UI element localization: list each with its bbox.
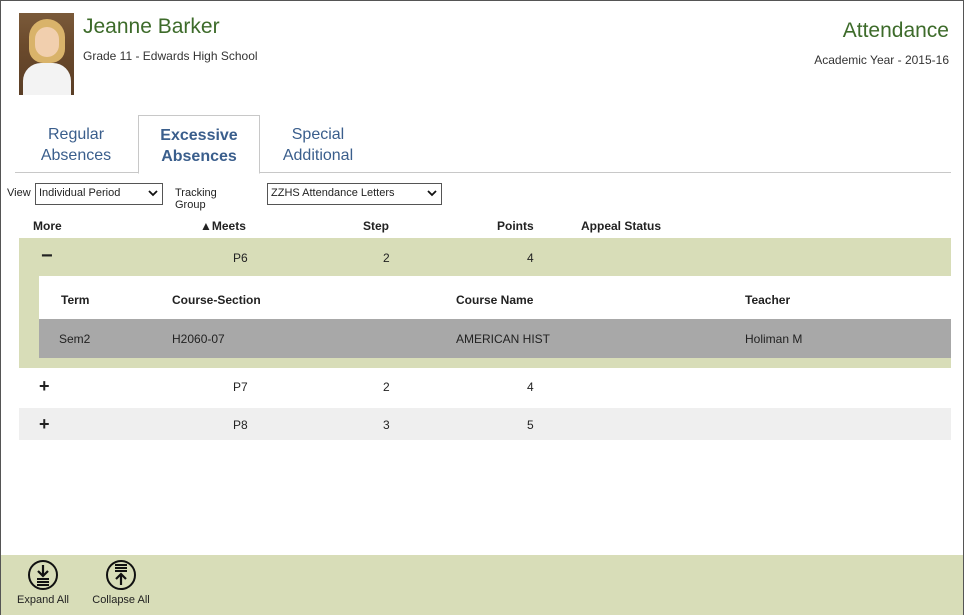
page-title: Attendance <box>842 19 949 42</box>
tab-excessive-absences[interactable]: Excessive Absences <box>138 115 260 174</box>
expand-all-label: Expand All <box>17 594 69 606</box>
cell-points: 5 <box>527 418 534 432</box>
tab-label-line2: Additional <box>282 147 354 164</box>
cell-meets: P8 <box>233 418 248 432</box>
cell-step: 2 <box>383 251 390 265</box>
expand-row-toggle[interactable]: + <box>39 415 50 433</box>
student-photo <box>19 13 74 95</box>
col-meets[interactable]: ▲Meets <box>200 219 246 233</box>
cell-points: 4 <box>527 380 534 394</box>
detail-row[interactable]: Sem2 H2060-07 AMERICAN HIST Holiman M <box>39 319 951 358</box>
detail-cell-course-name: AMERICAN HIST <box>456 332 551 346</box>
tab-label-line1: Excessive <box>160 127 238 144</box>
detail-cell-term: Sem2 <box>59 332 91 346</box>
view-label: View <box>7 187 31 199</box>
tab-label-line2: Absences <box>161 148 237 165</box>
cell-step: 3 <box>383 418 390 432</box>
detail-panel: Term Course-Section Course Name Teacher … <box>39 276 951 358</box>
col-points[interactable]: Points <box>497 219 534 233</box>
attendance-group-row: + P8 3 5 <box>19 408 951 440</box>
collapse-row-toggle[interactable]: − <box>41 246 53 266</box>
expand-all-button[interactable]: Expand All <box>5 559 81 606</box>
chevron-down-icon <box>148 190 158 197</box>
detail-cell-course-section: H2060-07 <box>172 332 225 346</box>
academic-year: Academic Year - 2015-16 <box>814 53 949 67</box>
detail-col-teacher: Teacher <box>745 293 791 307</box>
header: Jeanne Barker Grade 11 - Edwards High Sc… <box>1 1 963 111</box>
app-bar: Expand All Collapse All <box>1 555 963 615</box>
expand-row-toggle[interactable]: + <box>39 377 50 395</box>
collapse-all-label: Collapse All <box>92 594 150 606</box>
cell-step: 2 <box>383 380 390 394</box>
view-select-value: Individual Period <box>39 187 121 199</box>
attendance-window: Jeanne Barker Grade 11 - Edwards High Sc… <box>0 0 964 615</box>
detail-header: Term Course-Section Course Name Teacher <box>39 276 951 319</box>
table-row: + P8 3 5 <box>19 408 951 440</box>
detail-cell-teacher: Holiman M <box>745 332 803 346</box>
cell-meets: P6 <box>233 251 248 265</box>
tab-regular-absences[interactable]: Regular Absences <box>15 115 137 173</box>
grid-header: More ▲Meets Step Points Appeal Status <box>19 217 951 237</box>
chevron-down-icon <box>427 190 437 197</box>
tab-special-additional[interactable]: Special Additional <box>261 115 375 173</box>
tab-label-line2: Absences <box>40 147 112 164</box>
tracking-group-value: ZZHS Attendance Letters <box>271 187 395 199</box>
table-row: + P7 2 4 <box>19 370 951 402</box>
detail-col-course-name: Course Name <box>456 293 534 307</box>
col-appeal-status[interactable]: Appeal Status <box>581 219 661 233</box>
collapse-all-button[interactable]: Collapse All <box>83 559 159 606</box>
cell-points: 4 <box>527 251 534 265</box>
attendance-group-row: − P6 2 4 Term Course-Section Course Name… <box>19 238 951 368</box>
col-more[interactable]: More <box>33 219 62 233</box>
view-select[interactable]: Individual Period <box>35 183 163 205</box>
tracking-group-label: Tracking Group <box>175 187 217 211</box>
tab-label-line1: Special <box>291 126 345 143</box>
table-row: − P6 2 4 <box>19 238 951 276</box>
tab-label-line1: Regular <box>47 126 105 143</box>
detail-col-term: Term <box>61 293 90 307</box>
student-name: Jeanne Barker <box>83 15 220 38</box>
tab-bar: Regular Absences Excessive Absences Spec… <box>15 115 951 174</box>
col-step[interactable]: Step <box>363 219 389 233</box>
detail-col-course-section: Course-Section <box>172 293 261 307</box>
cell-meets: P7 <box>233 380 248 394</box>
student-grade-school: Grade 11 - Edwards High School <box>83 49 258 63</box>
attendance-group-row: + P7 2 4 <box>19 370 951 402</box>
collapse-all-icon <box>106 560 136 590</box>
expand-all-icon <box>28 560 58 590</box>
tracking-group-select[interactable]: ZZHS Attendance Letters <box>267 183 442 205</box>
